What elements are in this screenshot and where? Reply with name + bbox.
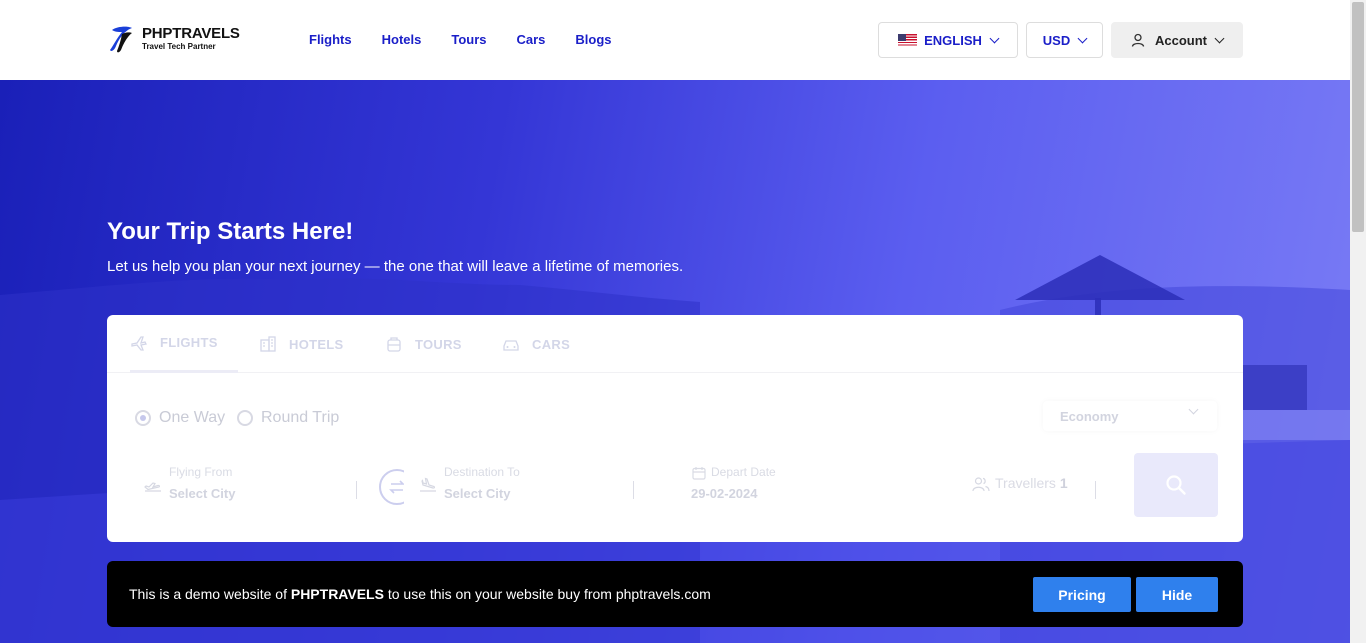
hero-subtitle: Let us help you plan your next journey —… xyxy=(107,258,684,275)
chevron-down-icon xyxy=(1214,33,1225,43)
travellers-label: Travellers xyxy=(995,475,1056,491)
radio-round-trip-label: Round Trip xyxy=(261,409,340,426)
tab-hotels[interactable]: HOTELS xyxy=(259,315,344,373)
language-label: ENGLISH xyxy=(924,32,982,48)
search-button[interactable] xyxy=(1134,453,1218,517)
user-icon xyxy=(1131,33,1145,47)
demo-notice-text: This is a demo website of PHPTRAVELS to … xyxy=(129,586,711,602)
travellers-text: Travellers 1 xyxy=(995,475,1068,491)
nav-tours[interactable]: Tours xyxy=(451,32,486,47)
nav-cars[interactable]: Cars xyxy=(517,32,546,47)
destination-value: Select City xyxy=(444,486,511,501)
users-icon xyxy=(972,477,990,492)
calendar-icon xyxy=(692,467,706,480)
travellers-field[interactable]: Travellers 1 xyxy=(952,453,1120,515)
currency-label: USD xyxy=(1042,32,1071,48)
search-card: FLIGHTS HOTELS TOURS CARS One Way Round … xyxy=(107,315,1243,542)
travellers-count: 1 xyxy=(1059,475,1068,491)
cabin-class-select[interactable]: Economy xyxy=(1043,401,1217,431)
demo-text-before: This is a demo website of xyxy=(129,586,291,602)
flying-from-value: Select City xyxy=(169,486,236,501)
cabin-class-value: Economy xyxy=(1060,408,1119,424)
landing-icon xyxy=(420,477,436,492)
flying-from-label: Flying From xyxy=(169,465,233,479)
tab-tours-label: TOURS xyxy=(415,336,462,352)
chevron-down-icon xyxy=(1086,481,1096,499)
tab-tours[interactable]: TOURS xyxy=(385,315,462,373)
radio-dot xyxy=(135,410,151,426)
nav-flights[interactable]: Flights xyxy=(309,32,352,47)
depart-date-label: Depart Date xyxy=(711,465,776,479)
hide-button[interactable]: Hide xyxy=(1136,577,1218,612)
us-flag-icon xyxy=(898,33,918,47)
chevron-down-icon xyxy=(347,481,357,499)
logo[interactable]: PHPTRAVELS Travel Tech Partner xyxy=(108,24,240,54)
search-icon xyxy=(1166,475,1186,495)
building-icon xyxy=(260,336,276,352)
bag-icon xyxy=(387,337,401,352)
plane-icon xyxy=(131,335,147,351)
radio-round-trip[interactable]: Round Trip xyxy=(237,409,339,427)
tab-hotels-label: HOTELS xyxy=(289,336,344,352)
radio-one-way[interactable]: One Way xyxy=(135,409,225,427)
car-icon xyxy=(503,340,519,351)
flying-from-field[interactable]: Flying From Select City xyxy=(129,453,375,515)
hero-title: Your Trip Starts Here! xyxy=(107,218,354,245)
account-dropdown[interactable]: Account xyxy=(1111,22,1243,58)
tab-flights-label: FLIGHTS xyxy=(160,335,218,350)
account-label: Account xyxy=(1155,32,1207,48)
radio-one-way-label: One Way xyxy=(159,409,226,426)
tab-cars-label: CARS xyxy=(532,336,571,352)
chevron-down-icon xyxy=(624,481,634,499)
chevron-down-icon xyxy=(1077,33,1088,43)
search-tabs: FLIGHTS HOTELS TOURS CARS xyxy=(107,315,1243,373)
destination-label: Destination To xyxy=(444,465,520,479)
radio-dot xyxy=(237,410,253,426)
currency-dropdown[interactable]: USD xyxy=(1026,22,1103,58)
chevron-down-icon xyxy=(989,33,1000,43)
takeoff-icon xyxy=(144,482,161,492)
destination-field[interactable]: Destination To Select City xyxy=(404,453,652,515)
depart-date-value: 29-02-2024 xyxy=(691,486,758,501)
chevron-down-icon xyxy=(1188,404,1199,415)
logo-mark-icon xyxy=(110,26,132,53)
depart-date-field[interactable]: Depart Date 29-02-2024 xyxy=(677,453,947,515)
header: PHPTRAVELS Travel Tech Partner Flights H… xyxy=(0,0,1350,80)
main-nav: Flights Hotels Tours Cars Blogs xyxy=(309,32,642,47)
demo-brand: PHPTRAVELS xyxy=(290,586,384,602)
nav-hotels[interactable]: Hotels xyxy=(382,32,422,47)
pricing-button[interactable]: Pricing xyxy=(1033,577,1131,612)
nav-blogs[interactable]: Blogs xyxy=(575,32,611,47)
tab-flights[interactable]: FLIGHTS xyxy=(130,315,238,373)
tab-cars[interactable]: CARS xyxy=(502,315,570,373)
demo-notice-bar: This is a demo website of PHPTRAVELS to … xyxy=(107,561,1243,627)
logo-title: PHPTRAVELS xyxy=(142,25,240,42)
demo-text-after: to use this on your website buy from php… xyxy=(383,586,711,602)
logo-subtitle: Travel Tech Partner xyxy=(142,42,216,51)
scrollbar-thumb[interactable] xyxy=(1352,2,1364,232)
language-dropdown[interactable]: ENGLISH xyxy=(878,22,1018,58)
